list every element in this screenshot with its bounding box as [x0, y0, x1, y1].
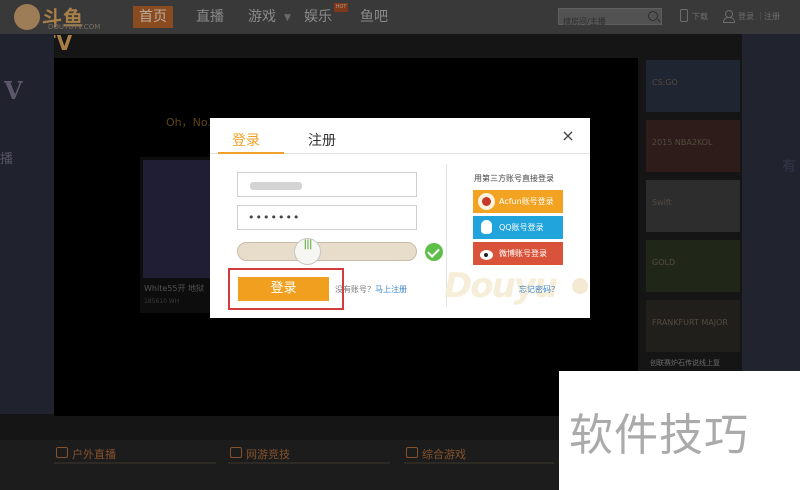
login-button[interactable]: 登录 [238, 277, 329, 301]
forgot-password-link[interactable]: 忘记密码？ [519, 284, 559, 295]
slider-handle[interactable]: ||| [294, 238, 321, 265]
login-modal: 登录 注册 × ••••••• ||| 登录 没有账号？马上注册 Douyu 用… [210, 118, 590, 318]
password-mask: ••••••• [248, 211, 301, 224]
weibo-icon [478, 245, 495, 262]
check-icon [425, 243, 443, 261]
tab-login[interactable]: 登录 [232, 130, 260, 150]
acfun-login-button[interactable]: Acfun账号登录 [473, 190, 563, 213]
qq-login-label: QQ账号登录 [499, 223, 544, 232]
acfun-login-label: Acfun账号登录 [499, 197, 554, 206]
weibo-login-label: 微博账号登录 [499, 249, 547, 258]
blurred-username [250, 182, 302, 190]
weibo-login-button[interactable]: 微博账号登录 [473, 242, 563, 265]
modal-tabs: 登录 注册 [210, 118, 590, 154]
qq-login-button[interactable]: QQ账号登录 [473, 216, 563, 239]
tab-register[interactable]: 注册 [308, 130, 336, 150]
no-account-text: 没有账号？马上注册 [335, 284, 407, 295]
watermark: 软件技巧 [559, 371, 800, 490]
play-icon [572, 278, 588, 294]
acfun-icon [478, 193, 495, 210]
password-field[interactable]: ••••••• [237, 205, 417, 230]
register-now-link[interactable]: 马上注册 [375, 285, 407, 294]
close-icon[interactable]: × [559, 127, 577, 145]
qq-icon [478, 219, 495, 236]
watermark-text: 软件技巧 [569, 410, 749, 461]
third-party-title: 用第三方账号直接登录 [474, 174, 554, 183]
active-tab-indicator [218, 152, 284, 154]
no-account-label: 没有账号？ [335, 285, 375, 294]
captcha-slider[interactable]: ||| [237, 238, 417, 265]
username-field[interactable] [237, 172, 417, 197]
